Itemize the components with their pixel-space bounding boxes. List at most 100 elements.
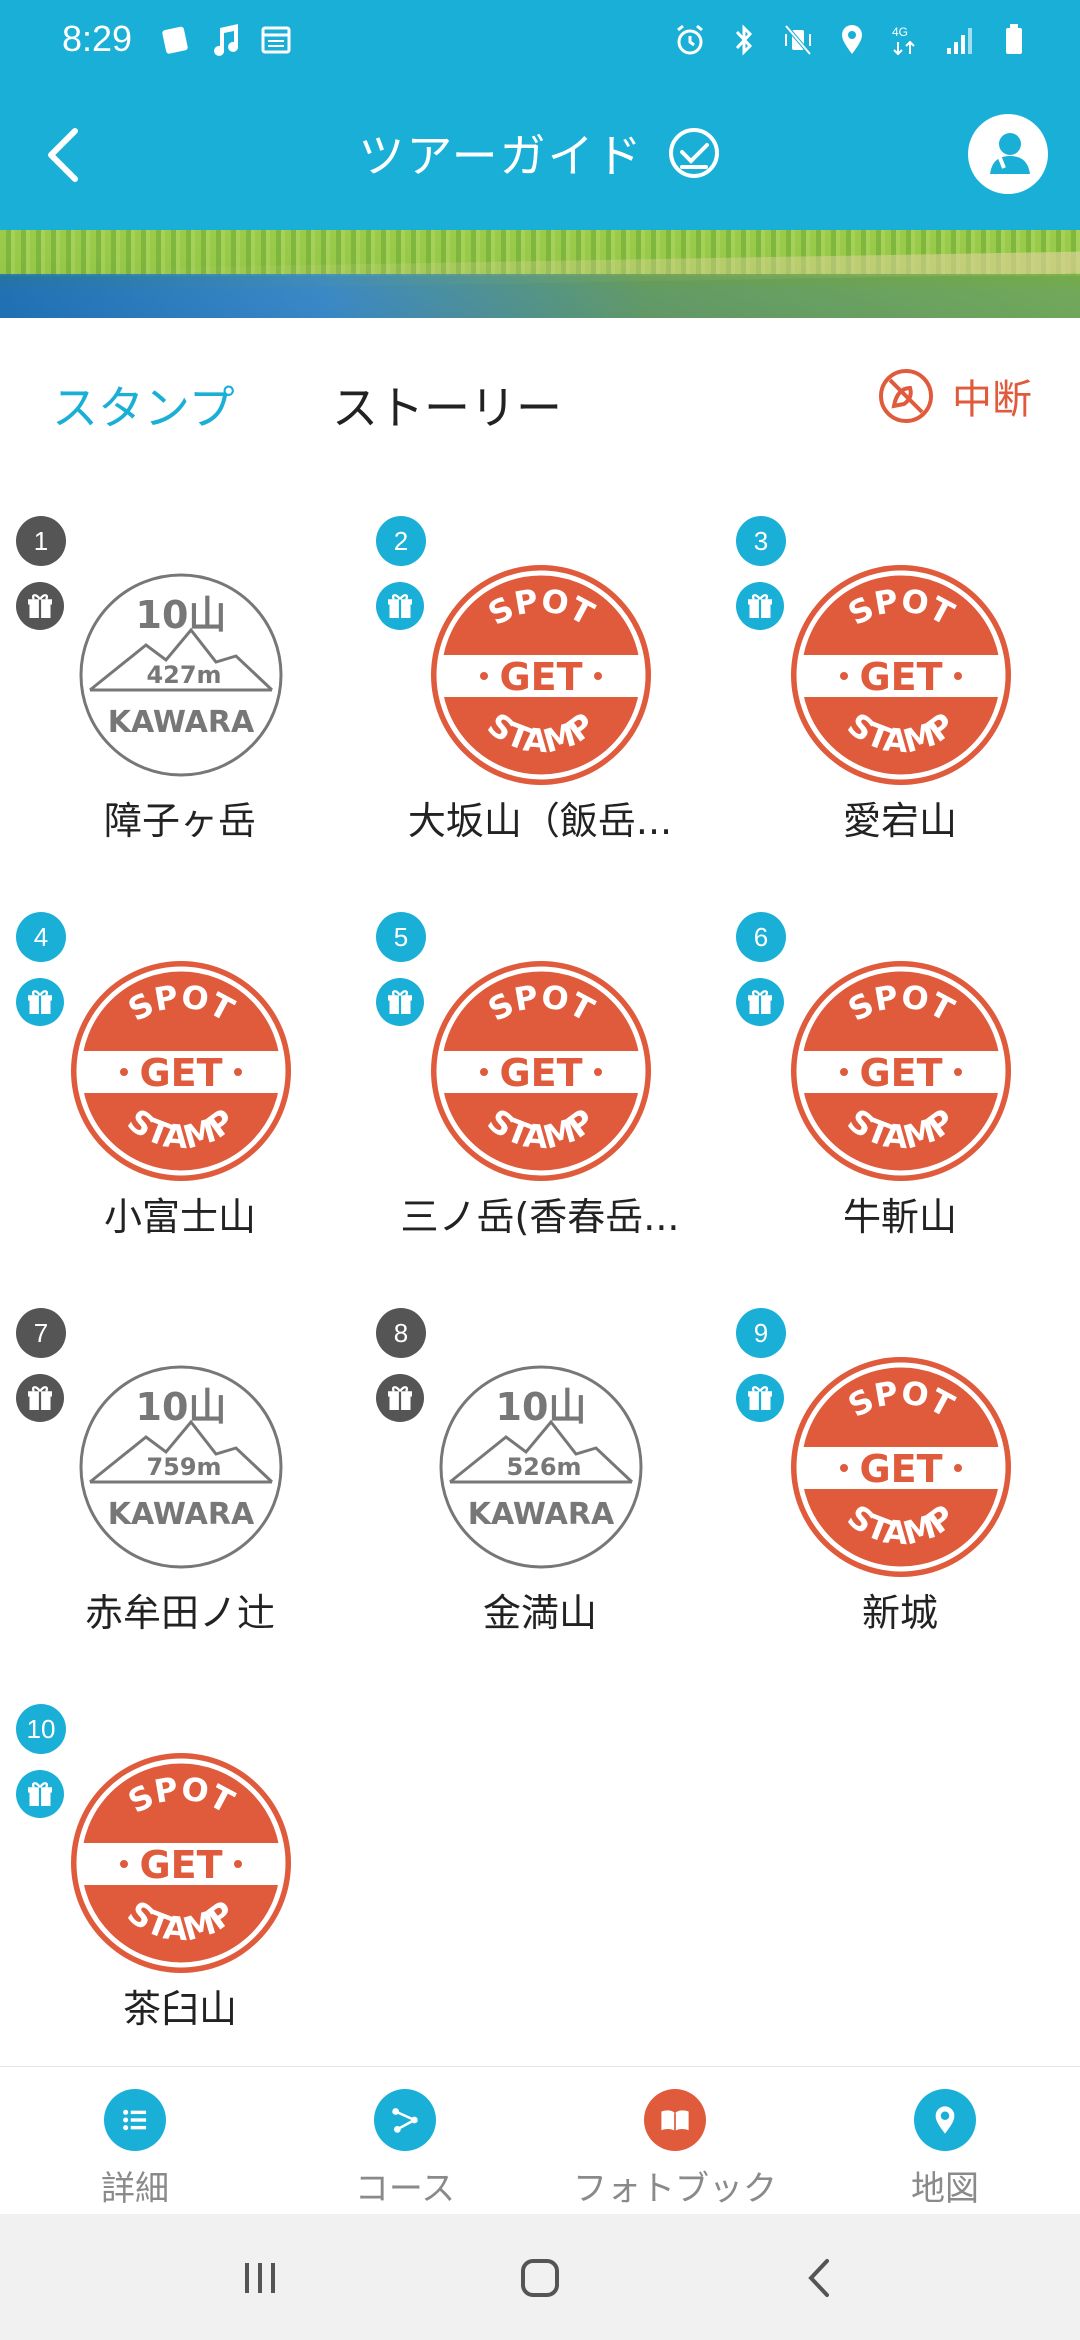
stamp-get-text: GET — [139, 1051, 222, 1095]
nav-course[interactable]: コース — [270, 2089, 540, 2210]
stamp-cell-10[interactable]: 10 SPOT STAMP GET 茶臼山 — [0, 1698, 360, 2094]
home-button[interactable] — [510, 2250, 570, 2306]
nav-label: 詳細 — [101, 2169, 169, 2209]
stamp-number-badge: 10 — [16, 1704, 66, 1754]
spot-get-stamp-image: SPOT STAMP GET — [66, 1748, 296, 1978]
recent-apps-icon — [245, 2263, 275, 2293]
alarm-icon — [674, 20, 706, 60]
gift-icon[interactable] — [376, 582, 424, 630]
stamp-number-badge: 8 — [376, 1308, 426, 1358]
page-title: ツアーガイド — [358, 129, 644, 183]
tab-story[interactable]: ストーリー — [332, 372, 562, 438]
gift-icon[interactable] — [376, 1374, 424, 1422]
system-nav-bar — [0, 2214, 1080, 2340]
stamp-ten-mountains-text: 10山 — [496, 1385, 587, 1429]
stamp-cell-2[interactable]: 2 SPOT STAMP GET 大坂山（飯岳... — [360, 510, 720, 906]
stamp-spot-name: 赤牟田ノ辻 — [84, 1591, 275, 1635]
stamp-number-badge: 3 — [736, 516, 786, 566]
nav-label: フォトブック — [573, 2169, 777, 2209]
map-pin-icon — [914, 2089, 976, 2151]
stamp-get-text: GET — [499, 655, 582, 699]
stamp-cell-8[interactable]: 8 10山 526m KAWARA 金満山 — [360, 1302, 720, 1698]
stamp-spot-name: 大坂山（飯岳... — [407, 799, 673, 843]
stamp-number-badge: 6 — [736, 912, 786, 962]
status-bar: 8:29 4G — [0, 0, 1080, 84]
gift-icon[interactable] — [736, 978, 784, 1026]
banner-image — [0, 230, 1080, 318]
stamp-cell-5[interactable]: 5 SPOT STAMP GET 三ノ岳(香春岳... — [360, 906, 720, 1302]
nav-label: 地図 — [911, 2169, 979, 2209]
bluetooth-icon — [728, 20, 760, 60]
bottom-nav: 詳細 コース フォトブック 地図 — [0, 2066, 1080, 2214]
stamp-kawara-text: KAWARA — [108, 1497, 255, 1532]
gift-icon[interactable] — [16, 1770, 64, 1818]
mobile-data-icon: 4G — [890, 20, 922, 60]
stamp-number-badge: 2 — [376, 516, 426, 566]
stamp-cell-7[interactable]: 7 10山 759m KAWARA 赤牟田ノ辻 — [0, 1302, 360, 1698]
gift-icon[interactable] — [16, 1374, 64, 1422]
book-icon — [644, 2089, 706, 2151]
tab-stamp[interactable]: スタンプ — [52, 372, 235, 438]
back-arrow-icon — [808, 2259, 829, 2297]
suspend-icon — [879, 369, 933, 423]
calendar-icon — [260, 20, 292, 60]
stamp-get-text: GET — [139, 1843, 222, 1887]
stamp-kawara-text: KAWARA — [468, 1497, 615, 1532]
nav-label: コース — [354, 2169, 456, 2209]
system-back-button[interactable] — [790, 2250, 850, 2306]
route-icon — [374, 2089, 436, 2151]
home-icon — [521, 2259, 559, 2297]
suspend-button[interactable]: 中断 — [876, 366, 1032, 426]
uncollected-stamp-image: 10山 427m KAWARA — [66, 560, 296, 790]
stamp-spot-name: 小富士山 — [103, 1195, 256, 1239]
suspend-label: 中断 — [952, 377, 1032, 423]
nav-details[interactable]: 詳細 — [0, 2089, 270, 2210]
stamp-number-badge: 5 — [376, 912, 426, 962]
gift-icon[interactable] — [16, 582, 64, 630]
stamp-elevation-text: 526m — [506, 1453, 581, 1481]
stamp-get-text: GET — [859, 1447, 942, 1491]
stamp-cell-3[interactable]: 3 SPOT STAMP GET 愛宕山 — [720, 510, 1080, 906]
spot-get-stamp-image: SPOT STAMP GET — [786, 956, 1016, 1186]
stamp-ten-mountains-text: 10山 — [136, 1385, 227, 1429]
vibrate-mute-icon — [782, 20, 814, 60]
stamp-get-text: GET — [859, 1051, 942, 1095]
stamp-cell-1[interactable]: 1 10山 427m KAWARA 障子ヶ岳 — [0, 510, 360, 906]
spot-get-stamp-image: SPOT STAMP GET — [426, 956, 656, 1186]
gift-icon[interactable] — [736, 1374, 784, 1422]
spot-get-stamp-image: SPOT STAMP GET — [426, 560, 656, 790]
uncollected-stamp-image: 10山 526m KAWARA — [426, 1352, 656, 1582]
check-circle-icon[interactable] — [666, 125, 722, 181]
stamp-kawara-text: KAWARA — [108, 705, 255, 740]
stamp-number-badge: 1 — [16, 516, 66, 566]
spot-get-stamp-image: SPOT STAMP GET — [786, 560, 1016, 790]
stamp-spot-name: 牛斬山 — [842, 1195, 957, 1239]
recent-apps-button[interactable] — [230, 2250, 290, 2306]
stamp-number-badge: 7 — [16, 1308, 66, 1358]
stamp-spot-name: 金満山 — [482, 1591, 597, 1635]
stamp-cell-9[interactable]: 9 SPOT STAMP GET 新城 — [720, 1302, 1080, 1698]
stamp-number-badge: 4 — [16, 912, 66, 962]
stamp-spot-name: 三ノ岳(香春岳... — [400, 1195, 680, 1239]
stamp-cell-4[interactable]: 4 SPOT STAMP GET 小富士山 — [0, 906, 360, 1302]
stamp-get-text: GET — [499, 1051, 582, 1095]
gift-icon[interactable] — [736, 582, 784, 630]
nav-photobook[interactable]: フォトブック — [540, 2089, 810, 2210]
stamp-spot-name: 茶臼山 — [122, 1987, 237, 2031]
nav-map[interactable]: 地図 — [810, 2089, 1080, 2210]
stamp-elevation-text: 427m — [146, 661, 221, 689]
app-header: ツアーガイド — [0, 84, 1080, 230]
user-avatar-icon — [990, 133, 1030, 174]
uncollected-stamp-image: 10山 759m KAWARA — [66, 1352, 296, 1582]
stamp-cell-6[interactable]: 6 SPOT STAMP GET 牛斬山 — [720, 906, 1080, 1302]
battery-icon — [998, 20, 1030, 60]
list-icon — [104, 2089, 166, 2151]
stamp-elevation-text: 759m — [146, 1453, 221, 1481]
stamp-get-text: GET — [859, 655, 942, 699]
gift-icon[interactable] — [16, 978, 64, 1026]
gift-icon[interactable] — [376, 978, 424, 1026]
tabs-row: スタンプ ストーリー 中断 — [0, 318, 1080, 468]
location-icon — [836, 20, 868, 60]
spot-get-stamp-image: SPOT STAMP GET — [786, 1352, 1016, 1582]
profile-button[interactable] — [968, 114, 1048, 194]
